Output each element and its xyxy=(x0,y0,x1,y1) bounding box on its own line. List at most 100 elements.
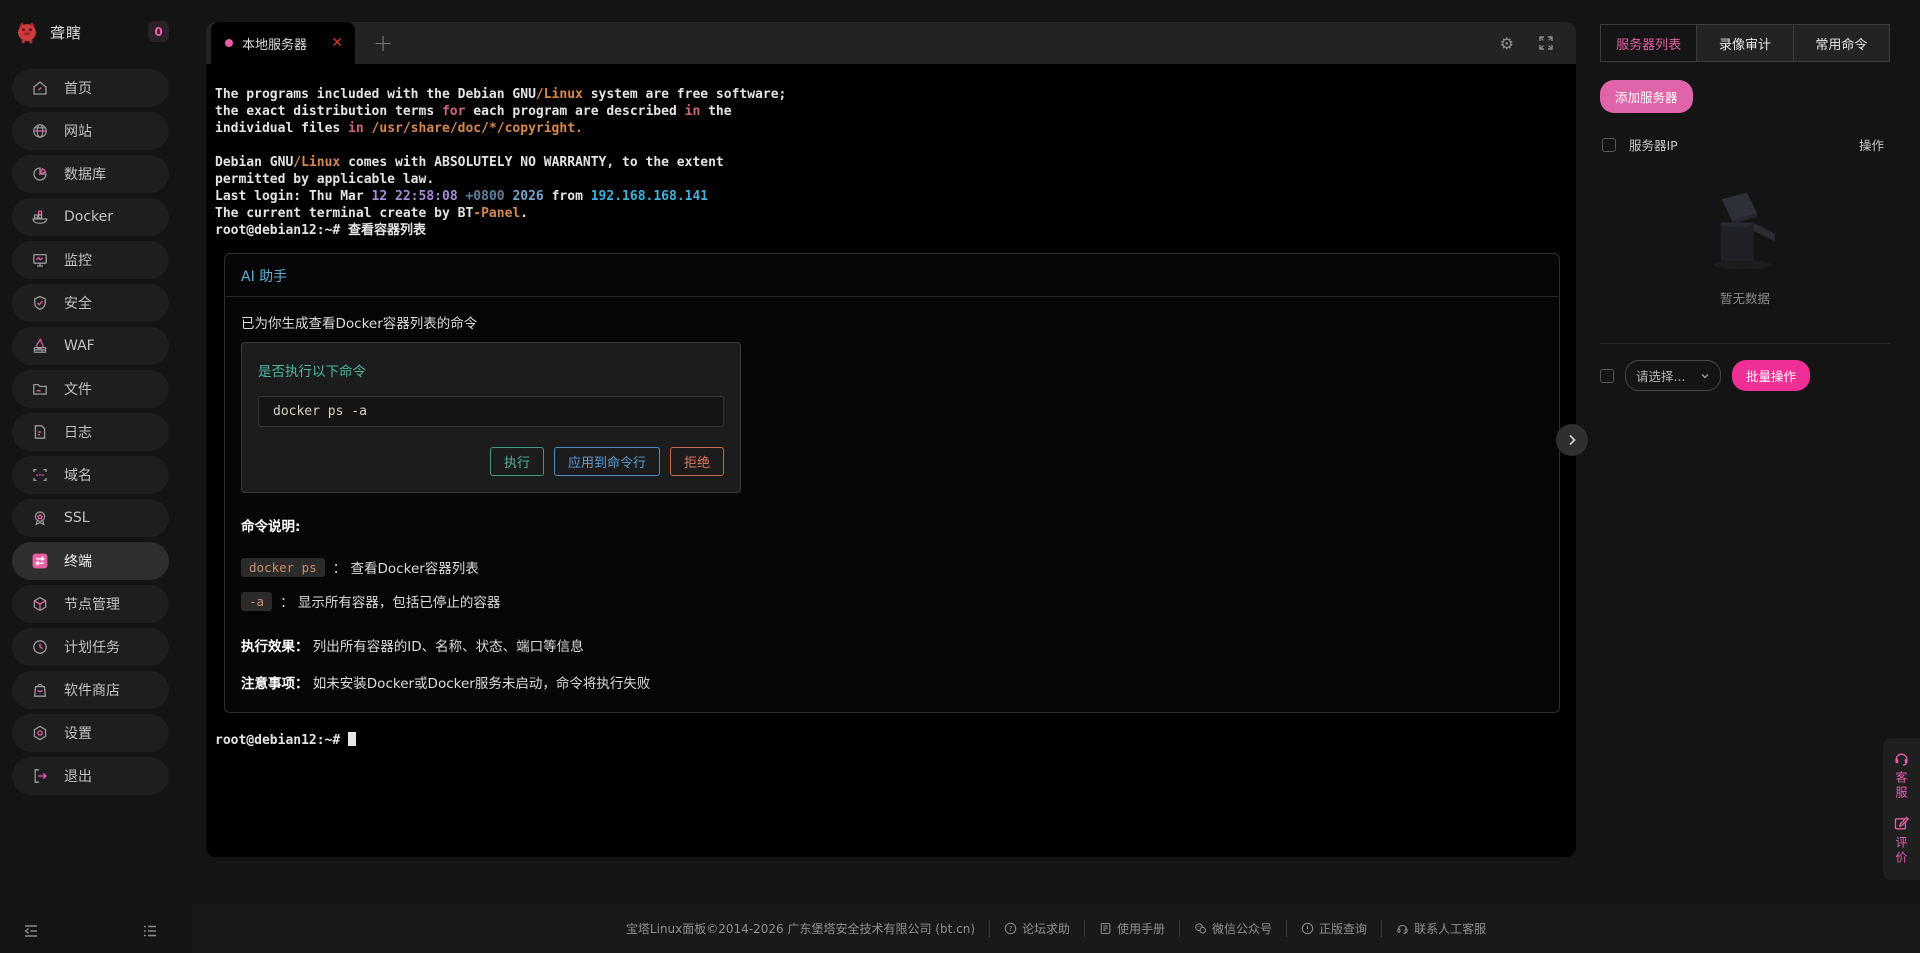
terminal-output: The programs included with the Debian GN… xyxy=(215,86,1560,239)
collapse-right-panel-button[interactable] xyxy=(1556,424,1588,456)
review-label: 评价 xyxy=(1893,836,1910,866)
edit-icon xyxy=(1893,815,1910,832)
batch-action-select[interactable]: 请选择... xyxy=(1625,360,1721,391)
terminal-settings-gear-icon[interactable]: ⚙ xyxy=(1500,34,1514,53)
footer: 宝塔Linux面板©2014-2026 广东堡塔安全技术有限公司 (bt.cn)… xyxy=(192,904,1920,953)
batch-select-checkbox[interactable] xyxy=(1600,369,1614,383)
wechat-icon xyxy=(1194,922,1207,935)
apply-to-cli-button[interactable]: 应用到命令行 xyxy=(554,447,660,476)
code-desc: ： 查看Docker容器列表 xyxy=(333,557,479,577)
select-all-checkbox[interactable] xyxy=(1602,138,1616,152)
sidebar-item-files[interactable]: 文件 xyxy=(12,370,169,408)
command-explanation: 命令说明: docker ps ： 查看Docker容器列表 -a ： 显示所有… xyxy=(241,515,1543,692)
review-button[interactable]: 评价 xyxy=(1893,815,1910,866)
logout-icon xyxy=(31,767,49,785)
sidebar-item-ssl[interactable]: SSL xyxy=(12,499,169,537)
terminal-tab-local-server[interactable]: 本地服务器 ✕ xyxy=(211,22,355,64)
server-table-header: 服务器IP 操作 xyxy=(1600,129,1890,160)
terminal-body[interactable]: The programs included with the Debian GN… xyxy=(206,64,1576,749)
firewall-icon xyxy=(31,337,49,355)
info-circle-icon xyxy=(1301,922,1314,935)
tab-server-list[interactable]: 服务器列表 xyxy=(1600,24,1697,62)
explanation-heading: 命令说明: xyxy=(241,515,1543,535)
select-placeholder: 请选择... xyxy=(1636,366,1685,385)
shell-prompt[interactable]: root@debian12:~# xyxy=(215,732,1560,749)
note-label: 注意事项： xyxy=(241,676,309,692)
command-confirm-box: 是否执行以下命令 docker ps -a 执行 应用到命令行 拒绝 xyxy=(241,342,741,493)
run-command-button[interactable]: 执行 xyxy=(490,447,544,476)
panel-title: 聋瞎 xyxy=(50,22,82,43)
sidebar-item-terminal[interactable]: 终端 xyxy=(12,542,169,580)
svg-text:?: ? xyxy=(1009,924,1013,933)
sidebar-item-cron[interactable]: 计划任务 xyxy=(12,628,169,666)
batch-controls: 请选择... 批量操作 xyxy=(1600,343,1890,391)
customer-service-label: 客服 xyxy=(1893,771,1910,801)
terminal-window: 本地服务器 ✕ + ⚙ The programs included with t… xyxy=(206,22,1576,857)
column-action: 操作 xyxy=(1859,135,1888,154)
sidebar-item-logs[interactable]: 日志 xyxy=(12,413,169,451)
effect-text: 列出所有容器的ID、名称、状态、端口等信息 xyxy=(309,639,584,655)
sidebar-item-domain[interactable]: 域名 xyxy=(12,456,169,494)
terminal-cursor xyxy=(348,732,356,746)
domain-icon xyxy=(31,466,49,484)
tab-recording-audit[interactable]: 录像审计 xyxy=(1696,24,1793,62)
effect-label: 执行效果： xyxy=(241,639,309,655)
support-headset-icon xyxy=(1396,922,1409,935)
tab-title: 本地服务器 xyxy=(242,34,331,53)
add-server-button[interactable]: 添加服务器 xyxy=(1600,80,1693,113)
sidebar-item-home[interactable]: 首页 xyxy=(12,69,169,107)
chevron-down-icon xyxy=(1700,371,1710,381)
fullscreen-icon[interactable] xyxy=(1538,35,1554,51)
explanation-item: -a ： 显示所有容器，包括已停止的容器 xyxy=(241,591,1543,611)
customer-service-button[interactable]: 客服 xyxy=(1893,750,1910,801)
sidebar: 聋瞎 0 首页 网站 数据库 Docker 监控 安全 WAF xyxy=(0,0,181,953)
clock-icon xyxy=(31,638,49,656)
batch-operation-button[interactable]: 批量操作 xyxy=(1732,360,1810,391)
question-circle-icon: ? xyxy=(1004,922,1017,935)
forum-help-link[interactable]: ? 论坛求助 xyxy=(989,920,1070,937)
sidebar-item-appstore[interactable]: 软件商店 xyxy=(12,671,169,709)
license-check-link[interactable]: 正版查询 xyxy=(1286,920,1367,937)
code-chip: docker ps xyxy=(241,558,325,577)
sidebar-item-monitor[interactable]: 监控 xyxy=(12,241,169,279)
sidebar-item-docker[interactable]: Docker xyxy=(12,198,169,236)
message-count-badge[interactable]: 0 xyxy=(148,21,169,42)
monitor-icon xyxy=(31,251,49,269)
command-preview: docker ps -a xyxy=(258,396,724,427)
manual-link[interactable]: 使用手册 xyxy=(1084,920,1165,937)
sidebar-nav: 首页 网站 数据库 Docker 监控 安全 WAF 文件 xyxy=(0,69,181,795)
menu-list-icon[interactable] xyxy=(140,921,160,941)
contact-support-link[interactable]: 联系人工客服 xyxy=(1381,920,1486,937)
explanation-item: docker ps ： 查看Docker容器列表 xyxy=(241,557,1543,577)
code-chip: -a xyxy=(241,592,272,611)
note-text: 如未安装Docker或Docker服务未启动，命令将执行失败 xyxy=(309,676,651,692)
confirm-buttons: 执行 应用到命令行 拒绝 xyxy=(258,447,724,476)
new-tab-button[interactable]: + xyxy=(355,22,411,64)
headset-icon xyxy=(1893,750,1910,767)
settings-icon xyxy=(31,724,49,742)
column-server-ip: 服务器IP xyxy=(1629,135,1678,154)
book-icon xyxy=(1099,922,1112,935)
connection-status-dot xyxy=(225,39,233,47)
sidebar-item-waf[interactable]: WAF xyxy=(12,327,169,365)
store-bag-icon xyxy=(31,681,49,699)
sidebar-item-logout[interactable]: 退出 xyxy=(12,757,169,795)
wechat-link[interactable]: 微信公众号 xyxy=(1179,920,1272,937)
logo-row: 聋瞎 0 xyxy=(0,0,181,64)
sidebar-item-security[interactable]: 安全 xyxy=(12,284,169,322)
effect-row: 执行效果： 列出所有容器的ID、名称、状态、端口等信息 xyxy=(241,635,1543,655)
collapse-sidebar-icon[interactable] xyxy=(21,921,41,941)
sidebar-item-settings[interactable]: 设置 xyxy=(12,714,169,752)
code-desc: ： 显示所有容器，包括已停止的容器 xyxy=(280,591,500,611)
close-tab-icon[interactable]: ✕ xyxy=(331,35,343,51)
sidebar-item-database[interactable]: 数据库 xyxy=(12,155,169,193)
log-icon xyxy=(31,423,49,441)
reject-command-button[interactable]: 拒绝 xyxy=(670,447,724,476)
sidebar-item-node-management[interactable]: 节点管理 xyxy=(12,585,169,623)
sidebar-item-website[interactable]: 网站 xyxy=(12,112,169,150)
empty-box-illustration xyxy=(1693,188,1797,272)
terminal-icon xyxy=(31,552,49,570)
confirm-question: 是否执行以下命令 xyxy=(258,360,724,380)
tab-common-commands[interactable]: 常用命令 xyxy=(1793,24,1890,62)
server-side-panel: 服务器列表 录像审计 常用命令 添加服务器 服务器IP 操作 暂无数据 请选择.… xyxy=(1600,24,1890,391)
